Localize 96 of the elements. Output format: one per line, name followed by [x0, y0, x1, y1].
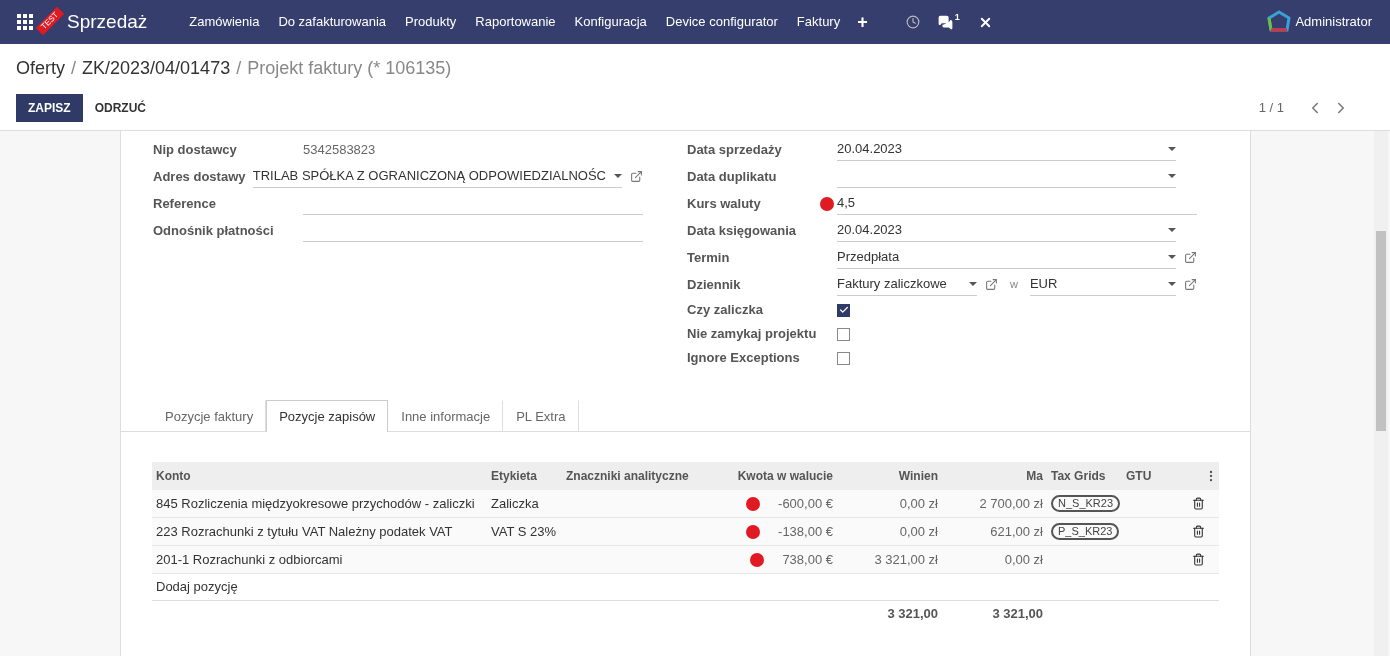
table-cell-text: 845 Rozliczenia międzyokresowe przychodów - zaliczki [156, 494, 475, 513]
column-header: Etykieta [491, 468, 538, 485]
field-label: Odnośnik płatności [153, 221, 275, 240]
table-row[interactable]: 845 Rozliczenia międzyokresowe przychodów - zaliczki Zaliczka -600,00 € 0,00 zł 2 700,00 zł N_S_KR23 [152, 490, 1219, 518]
menu-item[interactable]: Faktury [796, 12, 841, 32]
apps-grid-icon[interactable] [17, 14, 33, 30]
caret-icon [1168, 174, 1176, 178]
field-label: Reference [153, 194, 217, 213]
tab[interactable]: Inne informacje [388, 400, 504, 432]
table-cell-text: 3 321,00 zł [874, 550, 938, 569]
caret-icon [1168, 147, 1176, 151]
menu-item[interactable]: Raportowanie [475, 12, 556, 32]
table-row[interactable]: 223 Rozrachunki z tytułu VAT Należny podatek VAT VAT S 23% -138,00 € 0,00 zł 621,00 zł P_S_KR23 [152, 518, 1219, 546]
table-cell-text: 738,00 € [782, 550, 833, 569]
select-field[interactable]: 20.04.2023 [837, 219, 1176, 242]
field-label: Data księgowania [687, 221, 798, 240]
caret-icon [1168, 255, 1176, 259]
column-header: Znaczniki analityczne [566, 468, 689, 485]
breadcrumb-separator: / [236, 56, 242, 80]
column-header: Ma [1026, 468, 1043, 485]
field-label: Kurs waluty [687, 194, 762, 213]
breadcrumb-separator: / [71, 56, 77, 80]
company-logo-icon [1267, 10, 1292, 34]
select-field[interactable]: 20.04.2023 [837, 138, 1176, 161]
add-line-link[interactable]: Dodaj pozycję [156, 577, 238, 597]
checkbox[interactable] [837, 327, 850, 341]
breadcrumb-current: Projekt faktury (* 106135) [247, 56, 452, 80]
caret-icon [969, 282, 977, 286]
total-debit: 3 321,00 [886, 605, 939, 624]
user-name[interactable]: Administrator [1295, 12, 1372, 32]
table-cell-text: 201-1 Rozrachunki z odbiorcami [156, 550, 343, 569]
menu-item[interactable]: Device configurator [665, 12, 778, 32]
select-field[interactable]: TRILAB SPÓŁKA Z OGRANICZONĄ ODPOWIEDZIALNOŚC [252, 165, 622, 188]
table-cell-text: VAT S 23% [491, 522, 557, 541]
app-title: Sprzedaż [67, 9, 148, 34]
pager: 1 / 1 [1258, 99, 1284, 118]
caret-icon [614, 174, 622, 178]
clock-icon[interactable] [905, 15, 920, 29]
field-label: Termin [687, 248, 731, 267]
scrollbar[interactable] [1374, 131, 1388, 656]
table-cell-text: 0,00 zł [899, 494, 938, 513]
add-button[interactable]: + [857, 8, 868, 36]
breadcrumb-link[interactable]: Oferty [16, 54, 65, 82]
table-cell-text: -600,00 € [778, 494, 833, 513]
delete-icon[interactable] [1191, 553, 1205, 566]
external-link-icon[interactable] [985, 278, 998, 291]
checkbox[interactable] [837, 303, 850, 317]
field-label: Nie zamykaj projektu [687, 325, 817, 344]
menu-item[interactable]: Do zafakturowania [278, 12, 387, 32]
caret-icon [1168, 228, 1176, 232]
column-header: Kwota w walucie [737, 468, 833, 485]
select-field[interactable]: EUR [1029, 273, 1176, 296]
menu-item[interactable]: Produkty [405, 12, 457, 32]
table-cell-text: 223 Rozrachunki z tytułu VAT Należny podatek VAT [156, 522, 453, 541]
field-label: Nip dostawcy [153, 140, 238, 159]
chat-icon[interactable] [937, 14, 953, 30]
table-cell-text: -138,00 € [778, 522, 833, 541]
save-button[interactable]: ZAPISZ [16, 94, 83, 122]
external-link-icon[interactable] [630, 170, 643, 183]
field-label: Czy zaliczka [687, 301, 764, 320]
tax-grid-tag: N_S_KR23 [1051, 495, 1121, 512]
menu-item[interactable]: Konfiguracja [574, 12, 647, 32]
select-field[interactable]: Przedpłata [837, 246, 1176, 269]
tax-grid-tag: P_S_KR23 [1051, 523, 1120, 540]
table-cell-text: 0,00 zł [899, 522, 938, 541]
discard-button[interactable]: ODRZUĆ [82, 94, 158, 122]
column-header: Konto [156, 468, 191, 485]
tab[interactable]: Pozycje zapisów [266, 400, 389, 432]
field-label: Data sprzedaży [687, 140, 783, 159]
field-value: 5342583823 [303, 140, 376, 159]
field-label: Dziennik [687, 275, 742, 294]
checkbox[interactable] [837, 351, 850, 365]
tab[interactable]: PL Extra [503, 400, 579, 432]
field-label: Adres dostawy [153, 167, 246, 186]
table-cell-text: Zaliczka [491, 494, 539, 513]
delete-icon[interactable] [1191, 525, 1205, 538]
menu-item[interactable]: Zamówienia [189, 12, 260, 32]
separator-text: w [1009, 277, 1019, 293]
breadcrumb-link[interactable]: ZK/2023/04/01473 [82, 54, 231, 82]
delete-icon[interactable] [1191, 497, 1205, 510]
table-cell-text: 0,00 zł [1004, 550, 1043, 569]
external-link-icon[interactable] [1184, 251, 1197, 264]
field-label: Data duplikatu [687, 167, 778, 186]
table-cell-text: 621,00 zł [990, 522, 1043, 541]
message-count: 1 [954, 10, 960, 24]
field-label: Ignore Exceptions [687, 349, 801, 368]
input-field[interactable]: 4,5 [837, 192, 1197, 215]
caret-icon [1168, 282, 1176, 286]
column-header: Tax Grids [1051, 468, 1106, 485]
table-row[interactable]: 201-1 Rozrachunki z odbiorcami 738,00 € 3 321,00 zł 0,00 zł [152, 546, 1219, 574]
table-cell-text: 2 700,00 zł [979, 494, 1043, 513]
column-header: Winien [898, 468, 938, 485]
external-link-icon[interactable] [1184, 278, 1197, 291]
column-header: GTU [1126, 468, 1152, 485]
total-credit: 3 321,00 [991, 605, 1044, 624]
select-field[interactable]: Faktury zaliczkowe [837, 273, 977, 296]
